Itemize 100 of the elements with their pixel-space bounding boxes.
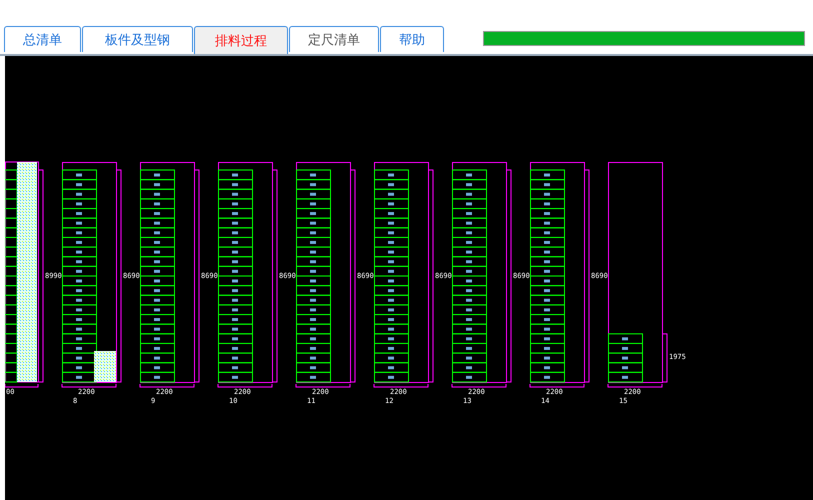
piece-rect (296, 324, 331, 334)
piece-marker-icon (544, 192, 550, 196)
piece-rect (296, 285, 331, 296)
piece-rect (62, 314, 97, 325)
piece-rect (5, 236, 18, 248)
piece-marker-icon (388, 260, 394, 264)
piece-marker-icon (232, 318, 238, 322)
piece-marker-icon (310, 174, 316, 176)
piece-marker-icon (388, 376, 394, 379)
piece-marker-icon (154, 250, 160, 254)
piece-rect (296, 294, 331, 306)
piece-rect (374, 342, 409, 354)
piece-marker-icon (232, 280, 238, 282)
piece-marker-icon (76, 222, 82, 225)
piece-marker-icon (76, 183, 82, 186)
piece-marker-icon (466, 250, 472, 254)
piece-rect (374, 170, 409, 180)
piece-marker-icon (544, 328, 550, 331)
piece-marker-icon (466, 346, 472, 350)
piece-rect (218, 246, 253, 258)
tab[interactable]: 排料过程 (194, 26, 288, 54)
piece-rect (62, 246, 97, 258)
piece-rect (374, 285, 409, 296)
piece-marker-icon (154, 289, 160, 292)
piece-rect (452, 188, 487, 200)
piece-marker-icon (388, 280, 394, 282)
piece-marker-icon (310, 183, 316, 186)
piece-rect (296, 198, 331, 210)
piece-marker-icon (232, 250, 238, 254)
piece-rect (374, 256, 409, 267)
piece-marker-icon (154, 260, 160, 264)
piece-marker-icon (310, 366, 316, 370)
piece-marker-icon (76, 212, 82, 216)
piece-rect (140, 266, 175, 276)
piece-rect (218, 362, 253, 373)
piece-marker-icon (232, 308, 238, 312)
piece-marker-icon (76, 328, 82, 331)
piece-marker-icon (544, 280, 550, 282)
piece-marker-icon (544, 183, 550, 186)
piece-rect (374, 188, 409, 200)
piece-rect (530, 170, 565, 180)
piece-rect (452, 294, 487, 306)
piece-marker-icon (466, 260, 472, 264)
piece-marker-icon (232, 222, 238, 225)
piece-rect (296, 276, 331, 286)
piece-marker-icon (388, 202, 394, 206)
piece-marker-icon (466, 174, 472, 176)
piece-rect (140, 372, 175, 382)
piece-rect (374, 314, 409, 325)
piece-rect (452, 372, 487, 382)
piece-marker-icon (76, 280, 82, 282)
piece-marker-icon (154, 183, 160, 186)
piece-marker-icon (466, 240, 472, 244)
piece-rect (62, 218, 97, 228)
piece-rect (62, 188, 97, 200)
piece-rect (218, 256, 253, 267)
piece-rect (374, 236, 409, 248)
piece-rect (374, 276, 409, 286)
piece-marker-icon (544, 260, 550, 264)
piece-rect (62, 324, 97, 334)
piece-marker-icon (388, 366, 394, 370)
piece-rect (530, 266, 565, 276)
piece-marker-icon (622, 356, 628, 360)
piece-marker-icon (544, 289, 550, 292)
piece-marker-icon (544, 240, 550, 244)
piece-marker-icon (466, 289, 472, 292)
piece-rect (5, 276, 18, 286)
piece-marker-icon (154, 202, 160, 206)
piece-marker-icon (310, 202, 316, 206)
piece-marker-icon (154, 174, 160, 176)
piece-rect (140, 285, 175, 296)
piece-marker-icon (232, 366, 238, 370)
piece-rect (140, 179, 175, 190)
piece-rect (62, 294, 97, 306)
piece-marker-icon (310, 212, 316, 216)
piece-rect (530, 314, 565, 325)
piece-rect (452, 218, 487, 228)
piece-rect (62, 227, 97, 238)
tab[interactable]: 帮助 (380, 26, 444, 52)
piece-rect (5, 342, 18, 354)
piece-marker-icon (544, 250, 550, 254)
piece-marker-icon (466, 318, 472, 322)
piece-marker-icon (76, 270, 82, 273)
piece-marker-icon (466, 212, 472, 216)
piece-marker-icon (388, 346, 394, 350)
piece-marker-icon (466, 192, 472, 196)
piece-marker-icon (232, 289, 238, 292)
tab[interactable]: 总清单 (4, 26, 81, 52)
piece-rect (452, 342, 487, 354)
piece-marker-icon (466, 328, 472, 331)
piece-marker-icon (76, 308, 82, 312)
tab[interactable]: 板件及型钢 (82, 26, 193, 52)
piece-rect (296, 170, 331, 180)
piece-marker-icon (232, 337, 238, 340)
piece-rect (218, 372, 253, 382)
piece-marker-icon (310, 240, 316, 244)
piece-marker-icon (466, 366, 472, 370)
piece-marker-icon (154, 231, 160, 234)
piece-rect (374, 304, 409, 316)
piece-marker-icon (154, 308, 160, 312)
